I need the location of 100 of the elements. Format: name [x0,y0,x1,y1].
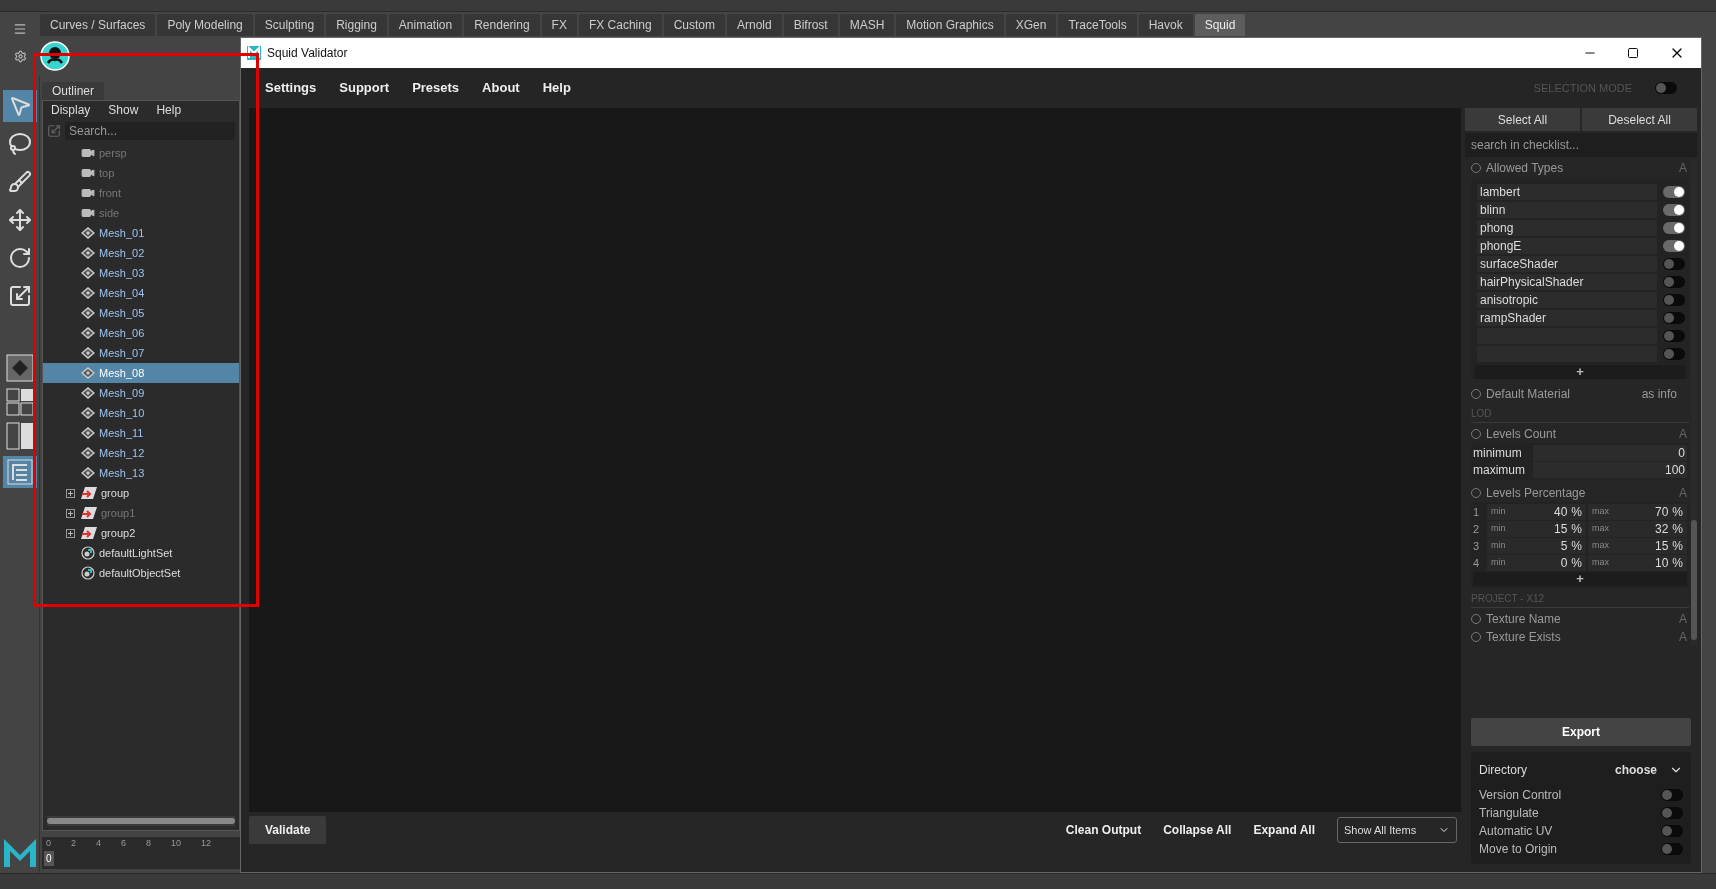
type-toggle[interactable] [1663,276,1685,288]
menu-item[interactable]: Settings [265,78,317,98]
menu-item[interactable]: Support [339,78,390,98]
add-button[interactable]: + [1473,572,1687,586]
scale-icon[interactable] [7,284,32,308]
type-toggle[interactable] [1663,312,1685,324]
outliner-item[interactable]: Mesh_08 [43,363,239,383]
outliner-item[interactable]: Mesh_07 [43,343,239,363]
layout-four-icon[interactable] [5,388,34,416]
shelf-tab[interactable]: TraceTools [1058,14,1137,36]
rotate-icon[interactable] [7,246,32,270]
type-toggle[interactable] [1663,258,1685,270]
shelf-tab[interactable]: FX [541,14,577,36]
brush-icon[interactable] [7,170,32,194]
outliner-layout-icon[interactable] [6,459,33,485]
selection-mode-toggle[interactable] [1655,82,1677,94]
max-field[interactable]: max 70 % [1588,504,1687,520]
type-field[interactable]: phong [1477,220,1657,236]
shelf-tab[interactable]: Bifrost [783,14,838,36]
expand-icon[interactable] [65,488,75,498]
outliner-item[interactable]: Mesh_01 [43,223,239,243]
option-toggle[interactable] [1661,843,1683,855]
outliner-tab[interactable]: Outliner [42,82,105,100]
move-icon[interactable] [7,208,32,232]
max-field[interactable]: max 15 % [1588,538,1687,554]
menu-item[interactable]: Help [542,78,571,98]
search-field[interactable]: Search... [65,122,235,140]
menu-item[interactable]: Help [156,101,182,119]
option-toggle[interactable] [1661,789,1683,801]
type-field[interactable]: blinn [1477,202,1657,218]
outliner-item[interactable]: Mesh_12 [43,443,239,463]
outliner-item[interactable]: Mesh_02 [43,243,239,263]
outliner-item[interactable]: group2 [43,523,239,543]
action-link[interactable]: Clean Output [1065,821,1142,839]
type-toggle[interactable] [1663,240,1685,252]
menu-item[interactable]: Display [51,101,91,119]
outliner-item[interactable]: Mesh_04 [43,283,239,303]
expand-icon[interactable] [65,528,75,538]
select-button[interactable]: Select All [1465,108,1580,131]
option-toggle[interactable] [1661,807,1683,819]
type-toggle[interactable] [1663,186,1685,198]
shelf-tab[interactable]: MASH [839,14,895,36]
add-button[interactable]: + [1475,365,1685,379]
shelf-tab[interactable]: Havok [1138,14,1193,36]
type-toggle[interactable] [1663,222,1685,234]
shelf-tab[interactable]: XGen [1005,14,1057,36]
type-toggle[interactable] [1663,330,1685,342]
type-field[interactable]: lambert [1477,184,1657,200]
export-button[interactable]: Export [1471,718,1691,746]
settings-icon[interactable] [13,49,27,63]
shelf-tab[interactable]: Animation [388,14,463,36]
max-field[interactable]: max 32 % [1588,521,1687,537]
shelf-tab[interactable]: Curves / Surfaces [40,14,156,36]
option-toggle[interactable] [1661,825,1683,837]
type-toggle[interactable] [1663,348,1685,360]
min-field[interactable]: min 5 % [1487,538,1586,554]
type-toggle[interactable] [1663,294,1685,306]
shelf-tab[interactable]: Motion Graphics [896,14,1004,36]
action-link[interactable]: Collapse All [1163,821,1232,839]
outliner-item[interactable]: Mesh_11 [43,423,239,443]
range-field[interactable]: 100 [1533,462,1687,478]
outliner-item[interactable]: Mesh_06 [43,323,239,343]
outliner-item[interactable]: group [43,483,239,503]
menu-item[interactable]: About [482,78,520,98]
maximize-icon[interactable] [1627,47,1639,59]
shelf-tab[interactable]: Sculpting [254,14,325,36]
shelf-tab[interactable]: Rendering [464,14,540,36]
checklist-search-field[interactable]: search in checklist... [1465,133,1697,157]
max-field[interactable]: max 10 % [1588,555,1687,571]
type-toggle[interactable] [1663,204,1685,216]
outliner-item[interactable]: Mesh_05 [43,303,239,323]
outliner-item[interactable]: Mesh_13 [43,463,239,483]
min-field[interactable]: min 15 % [1487,521,1586,537]
min-field[interactable]: min 40 % [1487,504,1586,520]
scrollbar[interactable] [1691,159,1697,646]
outliner-item[interactable]: Mesh_09 [43,383,239,403]
type-field[interactable]: surfaceShader [1477,256,1657,272]
shelf-tab[interactable]: Squid [1194,14,1246,36]
shelf-tab[interactable]: FX Caching [578,14,662,36]
range-field[interactable]: 0 [1533,445,1687,461]
type-field[interactable]: phongE [1477,238,1657,254]
min-field[interactable]: min 0 % [1487,555,1586,571]
directory-choose-link[interactable]: choose [1615,761,1657,779]
type-field[interactable]: rampShader [1477,310,1657,326]
shelf-tab[interactable]: Rigging [326,14,387,36]
type-field[interactable]: anisotropic [1477,292,1657,308]
type-field[interactable]: hairPhysicalShader [1477,274,1657,290]
shelf-tab[interactable]: Poly Modeling [157,14,253,36]
validate-button[interactable]: Validate [249,816,327,844]
menu-item[interactable]: Presets [412,78,460,98]
shelf-tab[interactable]: Arnold [726,14,782,36]
filter-dropdown[interactable]: Show All Items [1337,817,1457,843]
outliner-item[interactable]: defaultObjectSet [43,563,239,583]
menu-icon[interactable] [13,22,27,36]
outliner-item[interactable]: Mesh_10 [43,403,239,423]
octopus-icon[interactable] [40,41,70,71]
outliner-item[interactable]: defaultLightSet [43,543,239,563]
layout-two-icon[interactable] [5,422,34,450]
timeline[interactable]: 0 0 2 4 6 8 10 12 [42,837,240,869]
lasso-icon[interactable] [7,132,32,156]
